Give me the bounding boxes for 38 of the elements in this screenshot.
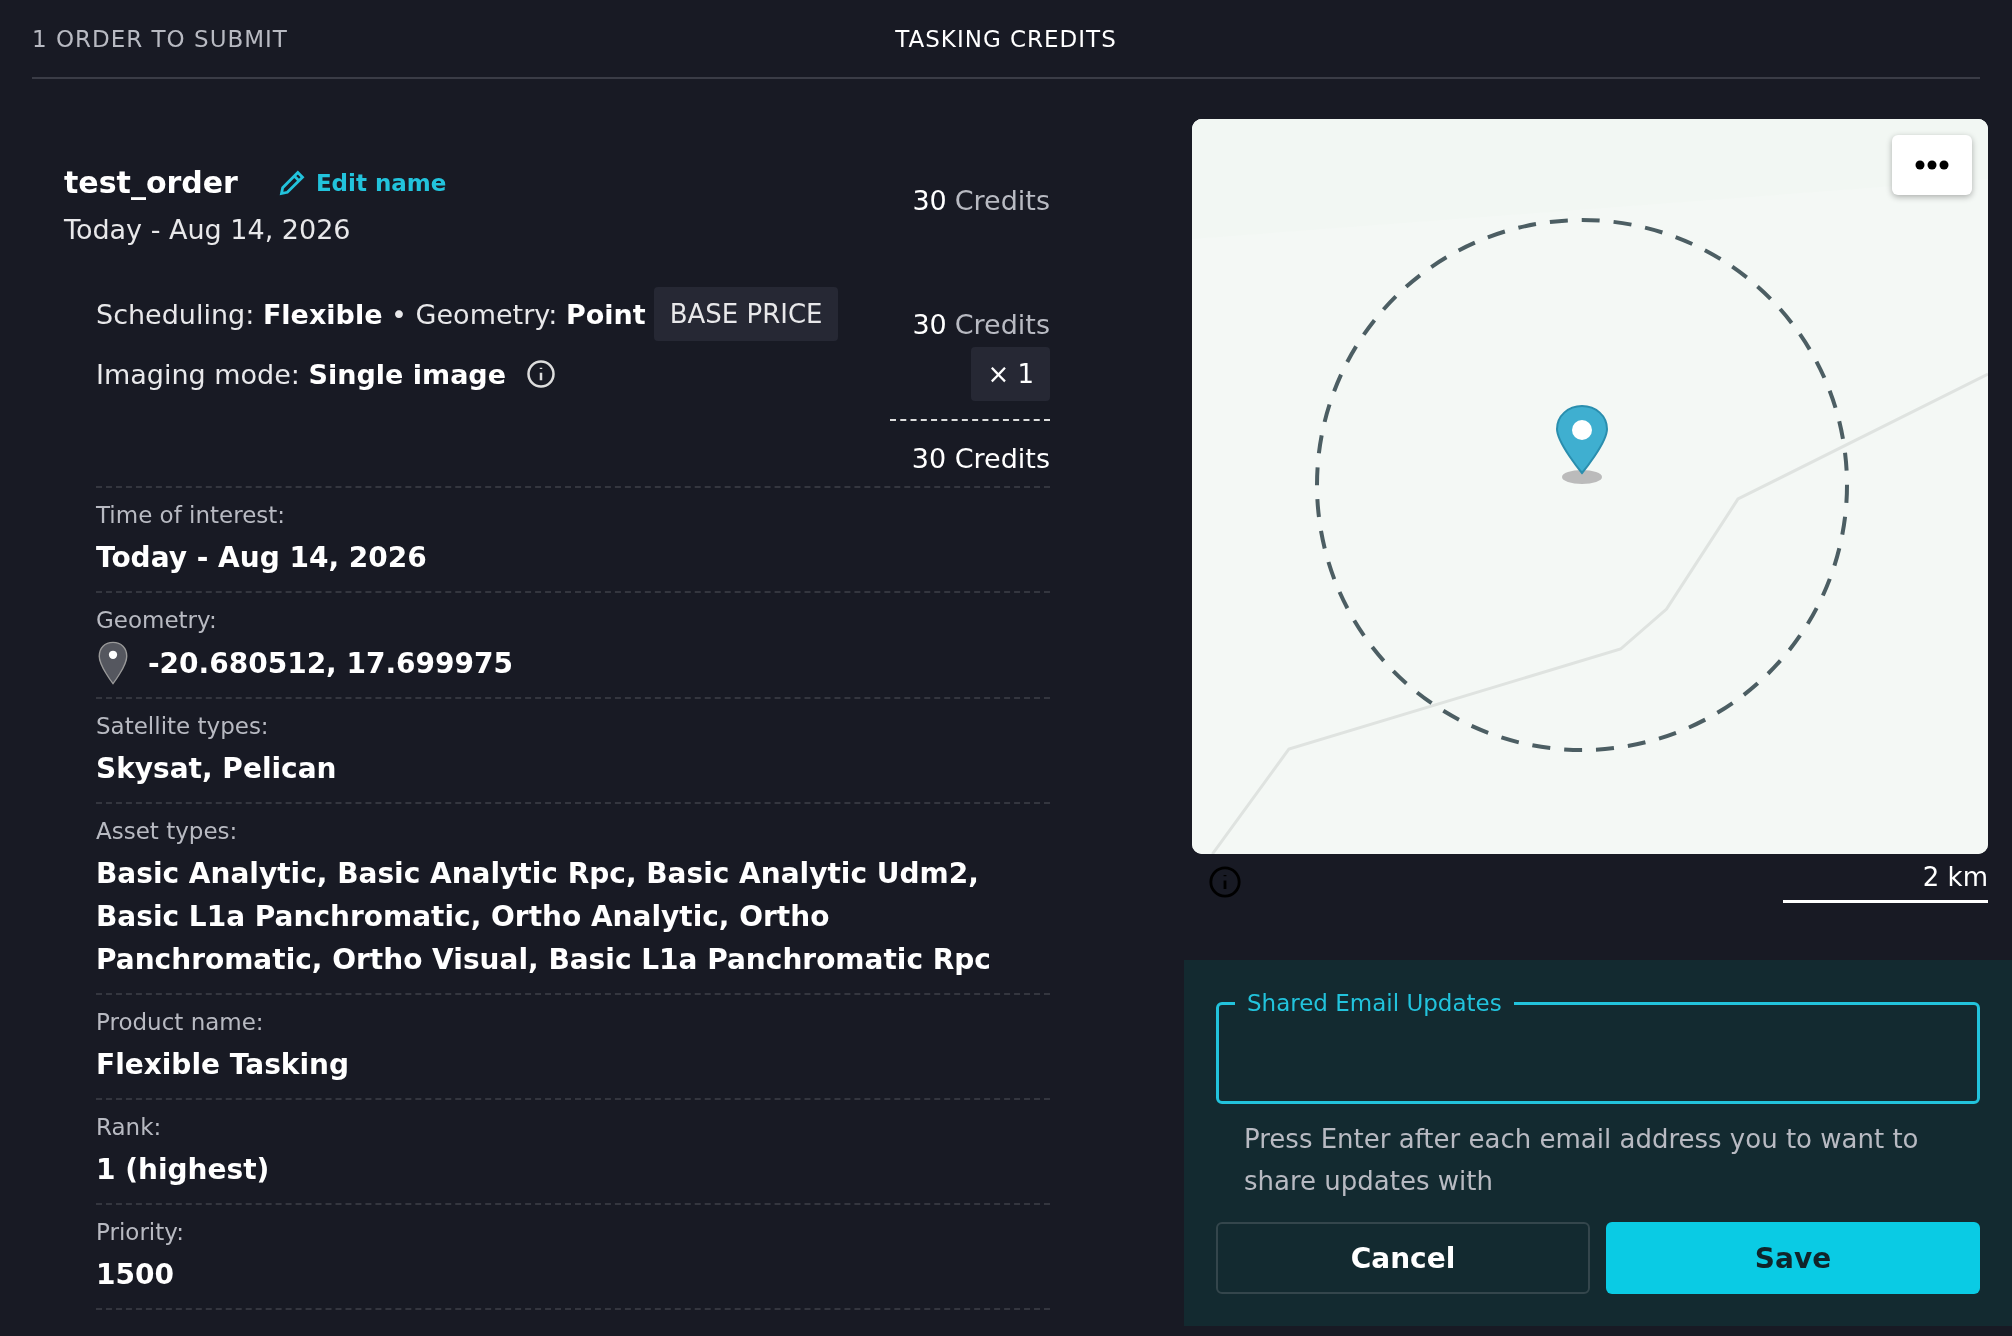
detail-value: -20.680512, 17.699975: [148, 645, 513, 682]
base-credits-amount: 30: [912, 308, 947, 340]
pencil-icon: [277, 168, 306, 197]
detail-label: Time of interest:: [96, 502, 287, 528]
email-input-field[interactable]: Shared Email Updates: [1216, 990, 1980, 1104]
imaging-mode: Imaging mode: Single image: [96, 358, 506, 390]
detail-value: Flexible Tasking: [96, 1047, 350, 1083]
location-pin-icon: [96, 641, 130, 685]
order-name: test_order: [64, 165, 238, 200]
detail-value: 1 (highest): [96, 1152, 271, 1188]
detail-label: Asset types:: [96, 818, 239, 844]
detail-value: 1500: [96, 1257, 175, 1293]
more-icon: [1915, 160, 1949, 170]
detail-value: Basic Analytic, Basic Analytic Rpc, Basic Analytic Udm2, Basic L1a Panchromatic, Ortho Analytic, Ortho Panchromatic, Ortho Visual, Basic L1a Panchromatic Rpc: [96, 856, 992, 978]
cancel-button[interactable]: Cancel: [1216, 1222, 1590, 1294]
total-credits: 30 Credits: [911, 443, 1050, 474]
detail-label: Geometry:: [96, 607, 218, 633]
edit-name-link[interactable]: Edit name: [277, 168, 447, 197]
detail-label: Priority:: [96, 1219, 185, 1245]
detail-value: Today - Aug 14, 2026: [96, 540, 428, 576]
map-pin-icon: [1554, 404, 1610, 484]
map-scale: 2 km: [1782, 861, 1988, 903]
base-credits-unit: Credits: [954, 308, 1050, 340]
email-hint: Press Enter after each email address you to want to share updates with: [1243, 1123, 1920, 1198]
detail-label: Rank:: [96, 1114, 163, 1140]
detail-label: Product name:: [96, 1009, 265, 1035]
order-credits-unit: Credits: [954, 185, 1050, 218]
detail-value: Skysat, Pelican: [96, 751, 338, 787]
multiplier: × 1: [971, 347, 1050, 401]
section-title: TASKING CREDITS: [895, 25, 1117, 52]
detail-label: Satellite types:: [96, 713, 270, 739]
order-date: Today - Aug 14, 2026: [64, 214, 352, 245]
order-count: 1 ORDER TO SUBMIT: [32, 25, 289, 52]
more-options-button[interactable]: [1892, 135, 1972, 195]
order-credits-amount: 30: [912, 185, 947, 218]
save-button[interactable]: Save: [1606, 1222, 1980, 1294]
scheduling-summary: Scheduling: Flexible • Geometry: Point: [96, 298, 646, 330]
base-price-tag: BASE PRICE: [653, 287, 839, 341]
